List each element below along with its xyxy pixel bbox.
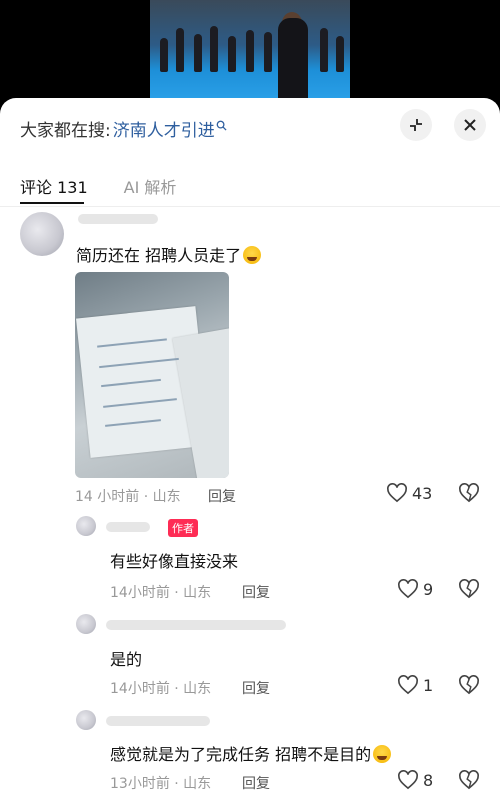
avatar[interactable] (76, 516, 96, 536)
reply-button[interactable]: 回复 (242, 773, 270, 793)
heart-icon (387, 483, 407, 503)
video-thumbnail (150, 0, 350, 100)
tab-indicator (20, 202, 84, 204)
username-redacted (106, 716, 210, 726)
author-badge: 作者 (168, 519, 198, 537)
like-button[interactable]: 1 (397, 675, 433, 695)
like-button[interactable]: 8 (397, 770, 433, 790)
comment-text: 是的 (110, 650, 143, 669)
comment-meta: 14 小时前 · 山东 (75, 489, 181, 505)
like-count: 43 (412, 483, 433, 503)
heart-icon (398, 579, 418, 599)
comment-text: 感觉就是为了完成任务 招聘不是目的 (110, 741, 392, 765)
comment-text-content: 感觉就是为了完成任务 招聘不是目的 (110, 745, 372, 764)
reply-button[interactable]: 回复 (242, 582, 270, 602)
like-count: 8 (423, 770, 434, 790)
avatar[interactable] (20, 212, 64, 256)
avatar[interactable] (76, 710, 96, 730)
video-area[interactable] (0, 0, 500, 100)
username-redacted (106, 620, 286, 630)
like-button[interactable]: 43 (386, 483, 432, 503)
avatar[interactable] (76, 614, 96, 634)
broken-heart-icon[interactable] (458, 770, 480, 790)
search-suggestion[interactable]: 大家都在搜: 济南人才引进 (20, 114, 227, 142)
tab-bar: 评论 131 AI 解析 (20, 174, 176, 198)
emoji-icon (243, 246, 262, 264)
reply-button[interactable]: 回复 (242, 678, 270, 698)
tab-comments[interactable]: 评论 131 (20, 174, 88, 198)
close-icon (464, 119, 476, 131)
search-term-link[interactable]: 济南人才引进 (113, 116, 215, 141)
comment-text: 简历还在 招聘人员走了 (76, 242, 262, 266)
search-icon (216, 120, 227, 131)
close-button[interactable] (454, 109, 486, 141)
broken-heart-icon[interactable] (458, 483, 480, 503)
collapse-button[interactable] (400, 109, 432, 141)
comments-sheet: 大家都在搜: 济南人才引进 评论 131 AI 解析 简历还在 招聘人员走了 1… (0, 98, 500, 800)
username-redacted (106, 522, 150, 532)
broken-heart-icon[interactable] (458, 579, 480, 599)
comment-text-content: 简历还在 招聘人员走了 (76, 246, 242, 265)
tab-ai-analysis[interactable]: AI 解析 (124, 174, 177, 198)
comment-image[interactable] (75, 272, 229, 478)
heart-icon (398, 770, 418, 790)
search-prefix: 大家都在搜: (20, 120, 111, 141)
comment-meta: 14小时前 · 山东 (110, 585, 212, 601)
comment-meta: 14小时前 · 山东 (110, 681, 212, 697)
collapse-icon (410, 119, 422, 131)
comment-text: 有些好像直接没来 (110, 552, 239, 571)
emoji-icon (373, 745, 392, 763)
comment-meta: 13小时前 · 山东 (110, 776, 212, 792)
like-count: 9 (423, 579, 434, 599)
like-count: 1 (423, 675, 434, 695)
broken-heart-icon[interactable] (458, 675, 480, 695)
reply-button[interactable]: 回复 (208, 486, 236, 506)
like-button[interactable]: 9 (397, 579, 433, 599)
username-redacted (78, 214, 158, 224)
heart-icon (398, 675, 418, 695)
person-figure (278, 18, 308, 100)
divider (0, 206, 500, 207)
